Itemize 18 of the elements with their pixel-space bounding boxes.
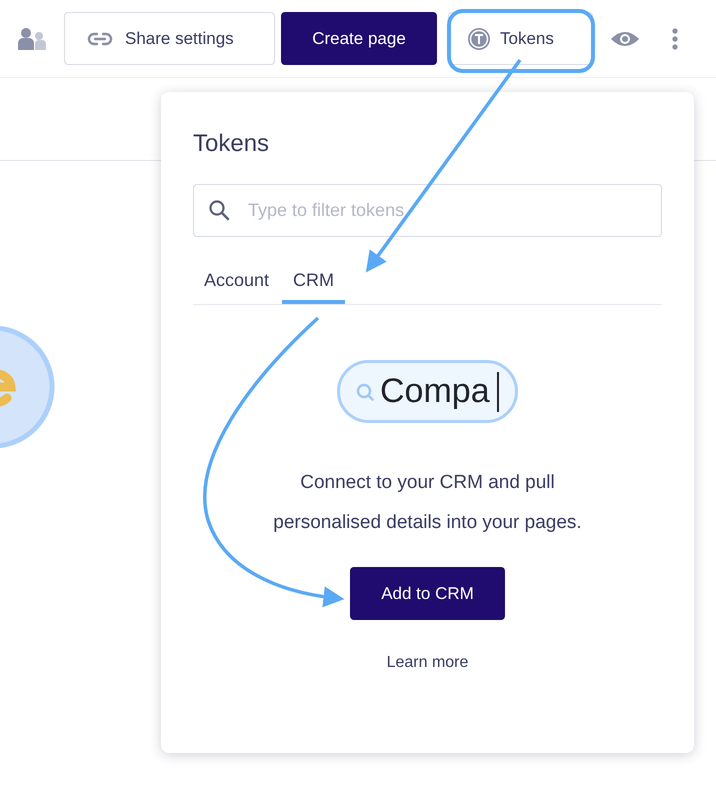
popover-title: Tokens: [193, 130, 270, 159]
text-cursor: [496, 372, 499, 412]
search-icon: [356, 382, 374, 400]
tokens-button[interactable]: Tokens: [448, 12, 593, 65]
more-icon[interactable]: [672, 28, 678, 50]
token-icon: [467, 26, 491, 50]
link-icon: [87, 30, 113, 46]
share-settings-button[interactable]: Share settings: [64, 12, 275, 65]
create-page-button[interactable]: Create page: [281, 12, 437, 65]
typed-text: Compa: [380, 372, 490, 411]
description-text: Connect to your CRM and pull personalised details into your pages.: [272, 471, 583, 535]
tab[interactable]: CRM: [282, 266, 346, 304]
search-icon: [209, 200, 230, 221]
people-icon[interactable]: [18, 27, 46, 50]
add-to-crm-button[interactable]: Add to CRM: [350, 567, 505, 620]
tab[interactable]: Account: [204, 266, 280, 304]
learn-more-link[interactable]: Learn more: [386, 654, 468, 672]
search-field[interactable]: Type to filter tokens: [193, 184, 662, 237]
